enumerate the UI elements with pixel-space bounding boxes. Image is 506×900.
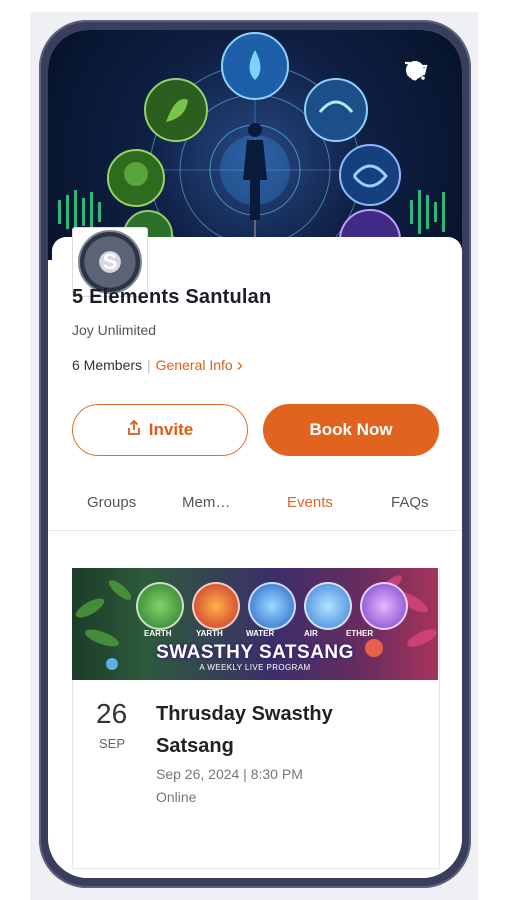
tab-events[interactable]: Events: [287, 494, 333, 511]
event-banner[interactable]: EARTH YARTH WATER AIR ETHER SWASTHY SATS…: [72, 568, 438, 680]
tab-members[interactable]: Mem…: [182, 494, 230, 511]
phone-screen: S 5 Elements Santulan Joy Unlimited 6 Me…: [48, 30, 462, 878]
share-icon: [127, 419, 141, 441]
group-tabs: Groups Mem… Events FAQs: [48, 490, 462, 531]
air-orb-icon: [304, 582, 352, 630]
element-label-ether: ETHER: [346, 629, 374, 638]
meta-separator: |: [147, 357, 151, 373]
general-info-link[interactable]: General Info: [156, 357, 233, 373]
element-label-fire: YARTH: [196, 629, 223, 638]
event-location: Online: [156, 789, 197, 805]
event-month: SEP: [99, 736, 126, 751]
event-day: 26: [96, 698, 128, 729]
members-count[interactable]: 6 Members: [72, 357, 142, 373]
water-orb-icon: [248, 582, 296, 630]
group-meta: 6 Members | General Info ›: [72, 356, 243, 374]
book-now-label: Book Now: [309, 420, 393, 439]
ether-orb-icon: [360, 582, 408, 630]
book-now-button[interactable]: Book Now: [263, 404, 439, 456]
chevron-right-icon[interactable]: ›: [237, 356, 243, 374]
banner-subtitle: A WEEKLY LIVE PROGRAM: [199, 663, 311, 672]
earth-orb-icon: [136, 582, 184, 630]
element-label-earth: EARTH: [144, 629, 172, 638]
group-owner: Joy Unlimited: [72, 322, 157, 338]
banner-title: SWASTHY SATSANG: [156, 642, 354, 663]
cover-image: [48, 30, 462, 260]
event-title[interactable]: Thrusday Swasthy Satsang: [156, 698, 416, 762]
tab-groups[interactable]: Groups: [87, 494, 136, 511]
element-orbs: [136, 582, 408, 630]
fire-orb-icon: [192, 582, 240, 630]
invite-button[interactable]: Invite: [72, 404, 248, 456]
element-label-water: WATER: [246, 629, 275, 638]
group-logo: S: [78, 230, 142, 294]
event-datetime: Sep 26, 2024 | 8:30 PM: [156, 766, 303, 782]
tab-faqs[interactable]: FAQs: [391, 494, 429, 511]
element-label-air: AIR: [304, 629, 318, 638]
group-name: 5 Elements Santulan: [72, 286, 272, 308]
invite-label: Invite: [148, 420, 194, 439]
